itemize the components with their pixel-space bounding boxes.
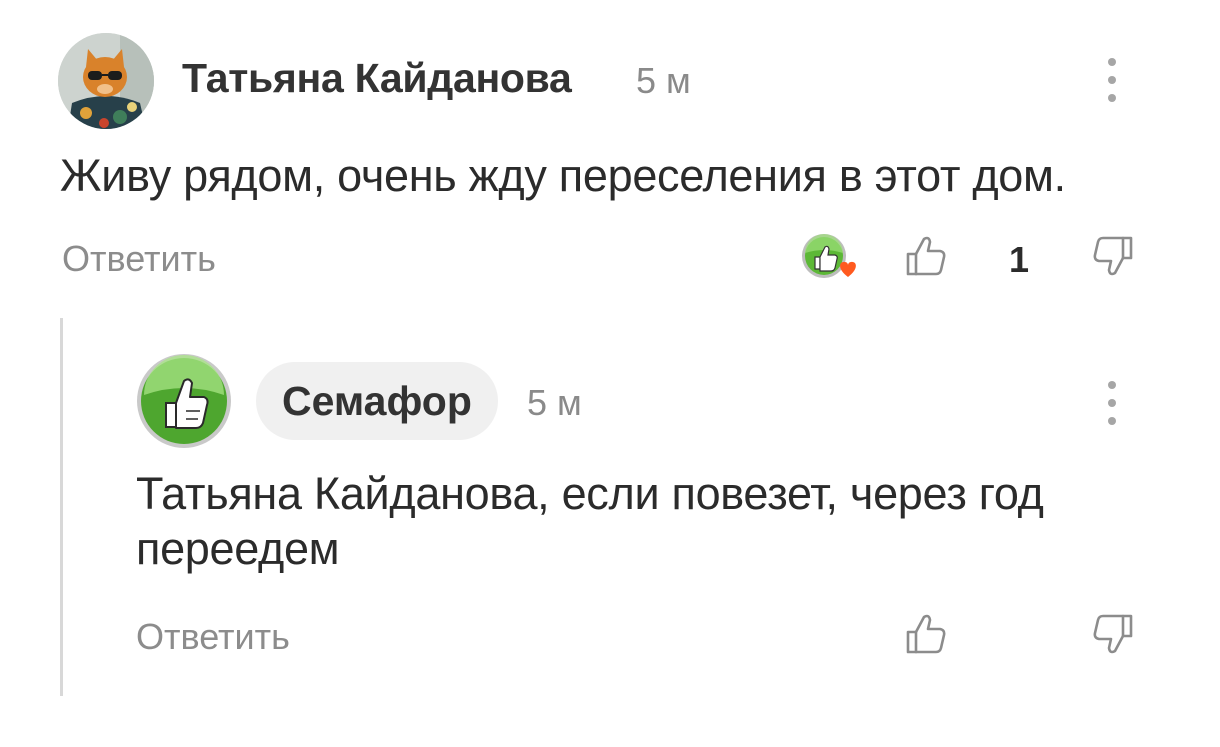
author-avatar[interactable]: [58, 33, 154, 129]
reaction-badge[interactable]: [801, 233, 863, 283]
thread-line: [60, 318, 63, 696]
dislike-button[interactable]: [1089, 234, 1135, 278]
green-thumbs-up-avatar-icon: [137, 354, 231, 448]
thumbs-up-icon: [906, 236, 946, 276]
author-name[interactable]: Татьяна Кайданова: [182, 55, 572, 102]
reply-author-name[interactable]: Семафор: [256, 362, 498, 440]
reply-dislike-button[interactable]: [1089, 612, 1135, 656]
reply-author-label: Семафор: [282, 377, 472, 424]
like-button[interactable]: [904, 234, 950, 278]
reply-more-options-icon[interactable]: [1105, 381, 1119, 425]
more-options-icon[interactable]: [1105, 58, 1119, 102]
reply-like-button[interactable]: [904, 612, 950, 656]
reply-reply-button[interactable]: Ответить: [136, 616, 290, 658]
reply-text: Татьяна Кайданова, если повезет, через г…: [136, 468, 1044, 574]
like-count: 1: [1009, 239, 1030, 280]
thumbs-down-icon: [1093, 614, 1133, 654]
comment-time: 5 м: [636, 60, 691, 101]
thumbs-down-icon: [1093, 236, 1133, 276]
thumbs-up-heart-badge-icon: [802, 234, 856, 278]
cat-avatar-icon: [58, 33, 154, 129]
reply-button[interactable]: Ответить: [62, 238, 216, 280]
comment-text: Живу рядом, очень жду переселения в этот…: [60, 150, 1066, 201]
thumbs-up-icon: [906, 614, 946, 654]
reply-time: 5 м: [527, 382, 582, 423]
reply-author-avatar[interactable]: [136, 353, 232, 449]
